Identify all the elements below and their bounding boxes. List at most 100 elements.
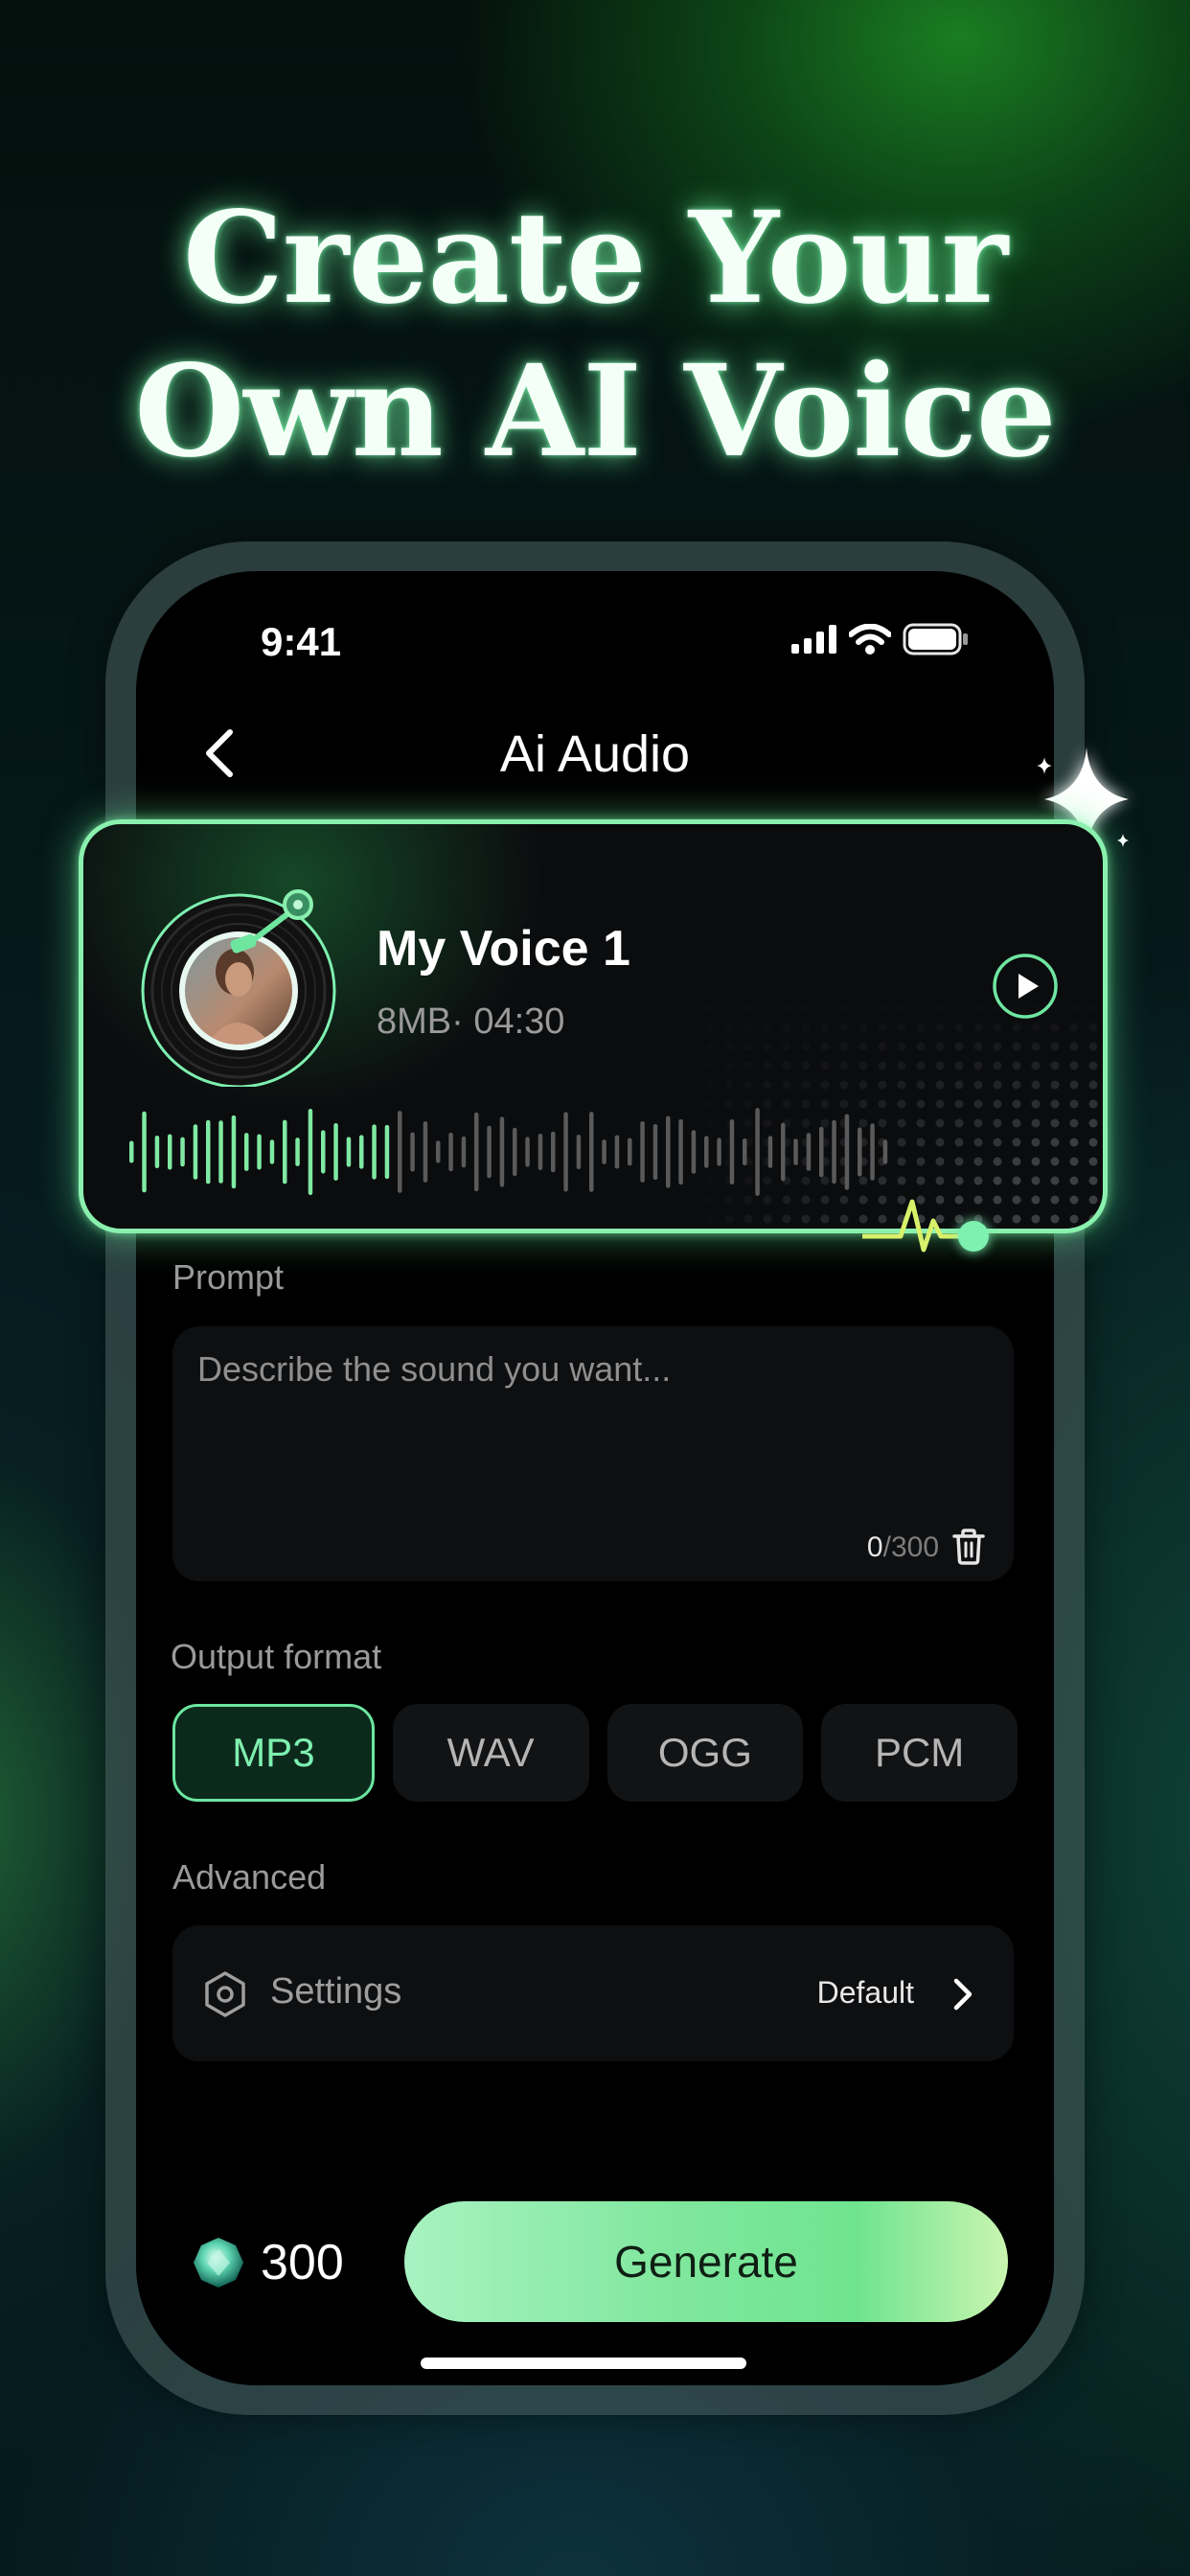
waveform-bar <box>359 1135 364 1169</box>
pattern-dot <box>878 1023 887 1032</box>
pattern-dot <box>782 1023 791 1032</box>
waveform-bar <box>793 1138 798 1165</box>
format-option-pcm[interactable]: PCM <box>821 1704 1018 1802</box>
pattern-dot <box>705 1080 715 1090</box>
waveform-bar <box>882 1139 888 1164</box>
pattern-dot <box>1069 1061 1079 1070</box>
pattern-dot <box>954 1099 964 1109</box>
pattern-dot <box>839 1214 849 1224</box>
pattern-dot <box>916 1138 926 1147</box>
pattern-dot <box>993 1157 1002 1166</box>
pattern-dot <box>954 1003 964 1013</box>
waveform-bar <box>525 1137 530 1167</box>
char-count: 0 <box>866 1531 883 1563</box>
waveform-bar <box>589 1112 594 1192</box>
format-option-ogg[interactable]: OGG <box>606 1704 804 1802</box>
waveform-bar <box>423 1121 428 1183</box>
pattern-dot <box>724 1080 734 1090</box>
waveform-bar <box>461 1136 467 1168</box>
pattern-dot <box>954 1157 964 1166</box>
pattern-dot <box>897 1138 906 1147</box>
pattern-dot <box>973 1042 983 1051</box>
pattern-dot <box>1050 1042 1060 1051</box>
waveform-bar <box>487 1125 492 1179</box>
pattern-dot <box>1031 1023 1041 1032</box>
waveform-bar <box>551 1131 556 1173</box>
pattern-dot <box>993 1099 1002 1109</box>
pattern-dot <box>1031 1138 1041 1147</box>
pattern-dot <box>744 1023 753 1032</box>
status-time: 9:41 <box>261 619 342 664</box>
waveform-bar <box>628 1138 632 1166</box>
pattern-dot <box>705 1003 715 1013</box>
pattern-dot <box>954 1080 964 1090</box>
waveform-bar <box>448 1132 453 1172</box>
pattern-dot <box>954 1042 964 1051</box>
voice-meta: 8MB· 04:30 <box>377 1001 565 1042</box>
pattern-dot <box>858 1042 868 1051</box>
pattern-dot <box>973 1157 983 1166</box>
waveform-bar <box>844 1114 850 1190</box>
pattern-dot <box>935 1042 945 1051</box>
waveform-bar <box>346 1137 352 1167</box>
format-option-mp3[interactable]: MP3 <box>172 1704 375 1802</box>
pattern-dot <box>935 1118 945 1128</box>
pattern-dot <box>897 1099 906 1109</box>
pattern-dot <box>744 1214 753 1224</box>
waveform <box>129 1108 888 1196</box>
pattern-dot <box>1050 1138 1060 1147</box>
pattern-dot <box>897 1023 906 1032</box>
play-icon[interactable] <box>992 953 1059 1020</box>
waveform-bar <box>640 1121 645 1183</box>
pattern-dot <box>1050 1061 1060 1070</box>
pattern-dot <box>763 1023 772 1032</box>
trash-icon[interactable] <box>950 1528 987 1566</box>
settings-row[interactable]: Settings Default <box>172 1925 1014 2061</box>
waveform-bar <box>652 1124 658 1181</box>
pattern-dot <box>820 1195 830 1205</box>
pattern-dot <box>724 1195 734 1205</box>
pattern-dot <box>878 1003 887 1013</box>
pattern-dot <box>724 1023 734 1032</box>
waveform-bar <box>513 1127 517 1177</box>
page-title: Ai Audio <box>499 725 691 783</box>
waveform-bar <box>870 1123 875 1181</box>
waveform-bar <box>858 1127 862 1177</box>
pattern-dot <box>897 1157 906 1166</box>
waveform-bar <box>717 1138 721 1166</box>
voice-card[interactable]: My Voice 1 8MB· 04:30 <box>79 819 1108 1233</box>
waveform-bar <box>832 1119 836 1184</box>
pattern-dot <box>1050 1195 1060 1205</box>
pattern-dot <box>897 1042 906 1051</box>
pattern-dot <box>839 1195 849 1205</box>
pattern-dot <box>744 1042 753 1051</box>
pattern-dot <box>1088 1099 1098 1109</box>
pattern-dot <box>705 1023 715 1032</box>
pattern-dot <box>705 1042 715 1051</box>
pattern-dot <box>973 1099 983 1109</box>
pattern-dot <box>839 1061 849 1070</box>
pattern-dot <box>897 1118 906 1128</box>
pattern-dot <box>1069 1080 1079 1090</box>
pattern-dot <box>1012 1042 1021 1051</box>
waveform-bar <box>142 1111 147 1193</box>
pattern-dot <box>1088 1061 1098 1070</box>
pattern-dot <box>916 1042 926 1051</box>
pattern-dot <box>782 1003 791 1013</box>
pattern-dot <box>973 1118 983 1128</box>
pattern-dot <box>763 1061 772 1070</box>
pattern-dot <box>1088 1176 1098 1185</box>
waveform-bar <box>743 1138 747 1166</box>
generate-button-label: Generate <box>614 2237 798 2287</box>
pattern-dot <box>763 1080 772 1090</box>
waveform-bar <box>781 1122 786 1182</box>
waveform-bar <box>384 1124 390 1180</box>
pattern-dot <box>820 1214 830 1224</box>
generate-button[interactable]: Generate <box>404 2201 1008 2322</box>
waveform-bar <box>563 1112 568 1192</box>
pattern-dot <box>973 1023 983 1032</box>
format-option-wav[interactable]: WAV <box>392 1704 589 1802</box>
pattern-dot <box>1088 1118 1098 1128</box>
pattern-dot <box>993 1080 1002 1090</box>
prompt-input[interactable]: Describe the sound you want... 0/300 <box>172 1326 1014 1581</box>
